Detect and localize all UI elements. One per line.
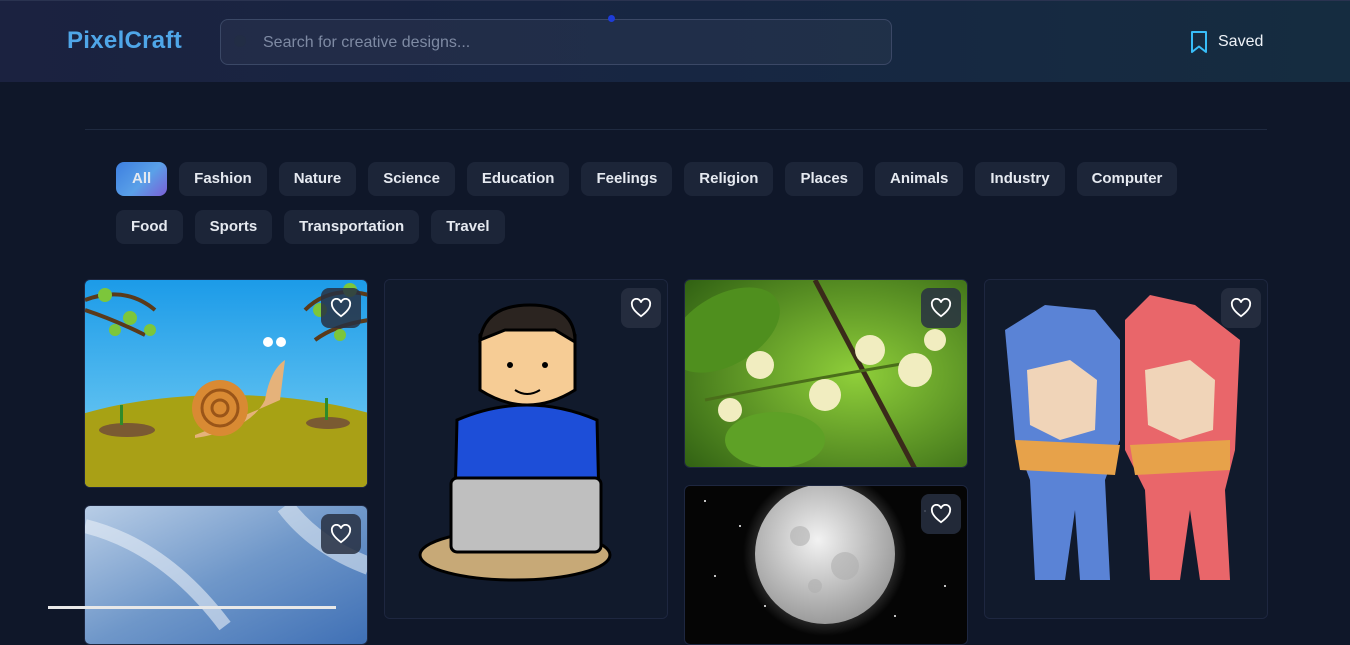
heart-outline-icon (1230, 298, 1252, 318)
gallery-card-blossoms[interactable] (684, 279, 968, 468)
search-bar[interactable] (220, 19, 892, 66)
category-chip-food[interactable]: Food (116, 210, 183, 244)
heart-outline-icon (930, 504, 952, 524)
category-chip-feelings[interactable]: Feelings (581, 162, 673, 196)
category-chip-all[interactable]: All (116, 162, 168, 196)
category-filter-bar: All Fashion Nature Science Education Fee… (116, 162, 1246, 244)
heart-outline-icon (330, 298, 352, 318)
top-header: PixelCraft Saved (0, 0, 1350, 82)
category-chip-places[interactable]: Places (785, 162, 864, 196)
gallery-card-sky[interactable] (84, 505, 368, 645)
cursor-dot (608, 15, 615, 22)
favorite-button[interactable] (1221, 288, 1261, 328)
lowpoly-couple-image (985, 280, 1267, 618)
category-chip-animals[interactable]: Animals (875, 162, 964, 196)
favorite-button[interactable] (921, 288, 961, 328)
category-chip-fashion[interactable]: Fashion (179, 162, 267, 196)
boy-laptop-image (385, 280, 667, 618)
heart-outline-icon (630, 298, 652, 318)
favorite-button[interactable] (921, 494, 961, 534)
category-chip-sports[interactable]: Sports (194, 210, 273, 244)
heart-outline-icon (330, 524, 352, 544)
category-chip-religion[interactable]: Religion (684, 162, 774, 196)
gallery-card-boy-laptop[interactable] (384, 279, 668, 619)
saved-label: Saved (1218, 33, 1264, 50)
category-chip-computer[interactable]: Computer (1076, 162, 1178, 196)
category-chip-education[interactable]: Education (466, 162, 570, 196)
search-input[interactable] (261, 20, 885, 66)
category-chip-industry[interactable]: Industry (975, 162, 1065, 196)
bookmark-icon (1191, 31, 1207, 53)
category-chip-science[interactable]: Science (368, 162, 455, 196)
site-logo[interactable]: PixelCraft (67, 27, 182, 55)
heart-outline-icon (930, 298, 952, 318)
favorite-button[interactable] (321, 288, 361, 328)
favorite-button[interactable] (321, 514, 361, 554)
category-chip-nature[interactable]: Nature (278, 162, 357, 196)
saved-button[interactable]: Saved (1188, 29, 1263, 55)
section-divider (85, 129, 1267, 130)
favorite-button[interactable] (621, 288, 661, 328)
gallery-card-lowpoly-couple[interactable] (984, 279, 1268, 619)
gallery-card-moon[interactable] (684, 485, 968, 645)
category-chip-travel[interactable]: Travel (431, 210, 505, 244)
search-icon (234, 35, 246, 47)
category-chip-transportation[interactable]: Transportation (284, 210, 420, 244)
gallery-card-snail[interactable] (84, 279, 368, 488)
